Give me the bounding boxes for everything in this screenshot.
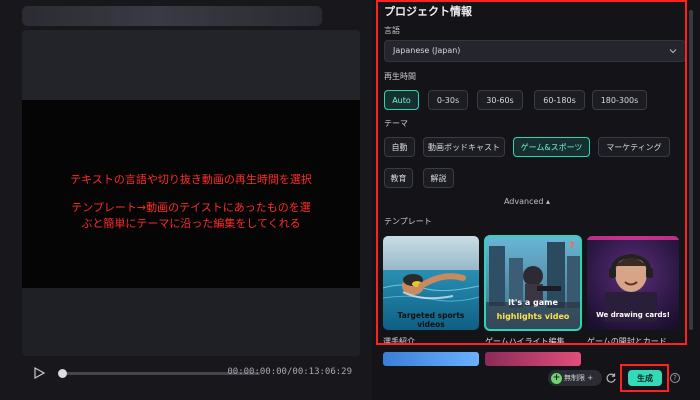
help-icon[interactable]: ?: [670, 373, 680, 383]
generate-button[interactable]: 生成: [628, 370, 662, 386]
template-card-game-highlights[interactable]: 7 It's a game highlights video: [484, 235, 582, 331]
svg-text:7: 7: [569, 241, 575, 250]
player-controls: 00:00:00:00/00:13:06:29: [22, 362, 360, 384]
theme-education-chip[interactable]: 教育: [384, 168, 413, 188]
annotation-line-1: テキストの言語や切り抜き動画の再生時間を選択: [70, 173, 312, 186]
scroll-thumb[interactable]: [689, 10, 693, 330]
language-value: Japanese (Japan): [393, 46, 461, 55]
template-card-row2-1[interactable]: [383, 352, 479, 366]
blurred-title: [22, 6, 322, 26]
duration-label: 再生時間: [384, 72, 416, 81]
progress-knob[interactable]: [58, 369, 67, 378]
template-overlay-game-line2: highlights video: [496, 312, 570, 321]
template-label: テンプレート: [384, 217, 432, 226]
play-icon[interactable]: [32, 366, 46, 380]
template-card-athlete[interactable]: Targeted sports videos: [383, 236, 479, 330]
template-card-row2-2[interactable]: [485, 352, 581, 366]
template-caption-athlete: 選手紹介: [383, 337, 415, 346]
duration-0-30s-chip[interactable]: 0-30s: [428, 90, 468, 110]
theme-label: テーマ: [384, 119, 408, 128]
quota-pill[interactable]: + 無制限 +: [548, 370, 602, 386]
theme-podcast-chip[interactable]: 動画ポッドキャスト: [423, 137, 505, 157]
duration-180-300s-chip[interactable]: 180-300s: [592, 90, 647, 110]
refresh-icon[interactable]: [605, 372, 617, 384]
template-overlay-unboxing: We drawing cards!: [596, 311, 670, 319]
chevron-down-icon: [669, 49, 677, 54]
preview-pane: テキストの言語や切り抜き動画の再生時間を選択 テンプレート→動画のテイストにあっ…: [0, 0, 372, 400]
quota-label: 無制限 +: [564, 374, 594, 382]
template-overlay-game-line1: It's a game: [508, 298, 558, 307]
panel-scrollbar[interactable]: [688, 0, 694, 345]
template-card-unboxing[interactable]: We drawing cards!: [587, 236, 679, 330]
template-caption-game-highlights: ゲームハイライト編集...: [485, 337, 573, 346]
theme-marketing-chip[interactable]: マーケティング: [598, 137, 670, 157]
video-canvas: [22, 100, 360, 288]
template-caption-unboxing: ゲームの開封とカード...: [587, 337, 675, 346]
annotation-line-3: ぶと簡単にテーマに沿った編集をしてくれる: [81, 217, 301, 230]
video-preview[interactable]: テキストの言語や切り抜き動画の再生時間を選択 テンプレート→動画のテイストにあっ…: [22, 30, 360, 356]
timecode: 00:00:00:00/00:13:06:29: [227, 367, 352, 377]
theme-auto-chip[interactable]: 自動: [384, 137, 415, 157]
duration-30-60s-chip[interactable]: 30-60s: [477, 90, 523, 110]
project-info-panel: プロジェクト情報 言語 Japanese (Japan) 再生時間 Auto 0…: [372, 0, 700, 400]
language-select[interactable]: Japanese (Japan): [384, 40, 686, 62]
panel-title: プロジェクト情報: [384, 5, 472, 18]
theme-explainer-chip[interactable]: 解説: [423, 168, 454, 188]
annotation-line-2: テンプレート→動画のテイストにあったものを選: [71, 201, 311, 214]
duration-60-180s-chip[interactable]: 60-180s: [534, 90, 585, 110]
plus-icon: +: [551, 372, 562, 384]
theme-game-sports-chip[interactable]: ゲーム&スポーツ: [513, 137, 590, 157]
duration-auto-chip[interactable]: Auto: [384, 90, 419, 110]
language-label: 言語: [384, 26, 400, 35]
advanced-toggle[interactable]: Advanced ▴: [372, 197, 682, 206]
template-overlay-athlete: Targeted sports videos: [397, 311, 465, 329]
